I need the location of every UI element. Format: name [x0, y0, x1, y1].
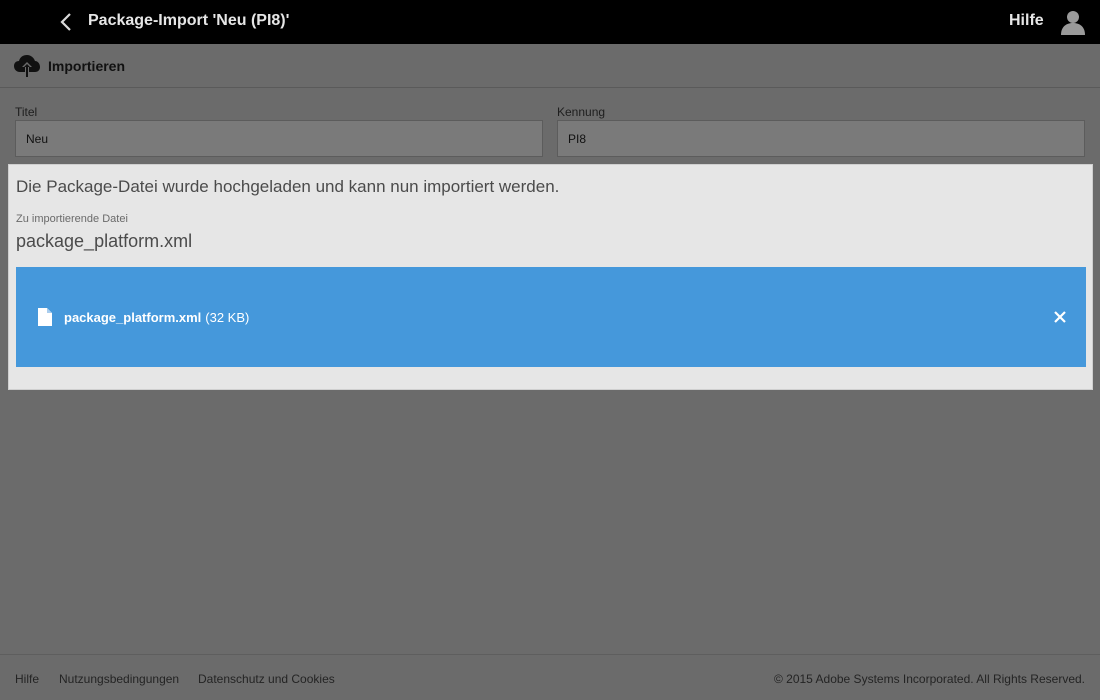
copyright-text: © 2015 Adobe Systems Incorporated. All R… — [773, 672, 1085, 686]
import-label: Importieren — [48, 58, 126, 74]
title-label: Titel — [15, 105, 38, 119]
footer-help-link[interactable]: Hilfe — [15, 672, 39, 686]
cloud-upload-icon — [14, 55, 40, 77]
import-button[interactable]: Importieren — [14, 53, 125, 79]
file-to-import-name: package_platform.xml — [16, 231, 193, 251]
file-icon — [38, 308, 52, 326]
top-bar: Package-Import 'Neu (PI8)' Hilfe — [0, 0, 1100, 44]
upload-dialog: Die Package-Datei wurde hochgeladen und … — [8, 164, 1093, 390]
footer-terms-link[interactable]: Nutzungsbedingungen — [59, 672, 179, 686]
id-field[interactable] — [557, 120, 1085, 157]
upload-success-message: Die Package-Datei wurde hochgeladen und … — [16, 177, 560, 196]
uploaded-file-name: package_platform.xml — [64, 310, 202, 325]
footer-privacy-link[interactable]: Datenschutz und Cookies — [198, 672, 335, 686]
help-link[interactable]: Hilfe — [1009, 12, 1044, 30]
page-title: Package-Import 'Neu (PI8)' — [88, 12, 290, 29]
uploaded-file-size: (32 KB) — [205, 310, 250, 325]
footer: Hilfe Nutzungsbedingungen Datenschutz un… — [0, 654, 1100, 700]
chevron-left-icon[interactable] — [58, 12, 76, 32]
action-toolbar: Importieren — [0, 44, 1100, 88]
close-icon[interactable] — [1052, 309, 1068, 325]
uploaded-file-label: package_platform.xml (32 KB) — [64, 310, 249, 325]
user-icon[interactable] — [1060, 9, 1086, 35]
title-field[interactable] — [15, 120, 543, 157]
uploaded-file-bar: package_platform.xml (32 KB) — [16, 267, 1086, 367]
file-to-import-label: Zu importierende Datei — [16, 213, 128, 225]
id-label: Kennung — [557, 105, 606, 119]
